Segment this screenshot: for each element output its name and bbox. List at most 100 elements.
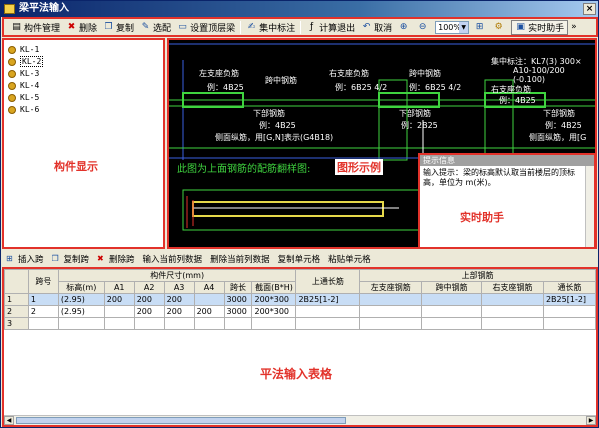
left-support-rebar-header: 左支座钢筋 [359,281,423,294]
table-row[interactable]: 1 1 (2.95) 200 200 200 3000 200*300 2B25… [4,293,596,306]
cancel-button[interactable]: ↶ 取消 [358,20,395,35]
span-cell[interactable] [27,317,59,330]
toolbar-separator [300,20,302,34]
zoom-fit-button[interactable]: ⊞ [471,20,490,35]
delete-button[interactable]: ✖ 删除 [63,20,100,35]
corner-header [4,269,29,294]
delete-label: 删除 [79,23,98,34]
beam-node-icon [8,69,16,78]
main-toolbar: ▤ 构件管理 ✖ 删除 ❐ 复制 ✎ 选配 ▭ 设置顶层梁 ✍ 集中标注 ƒ 计算退出 ↶ 取消… [2,17,598,37]
zoom-in-button[interactable]: ⊕ [395,20,414,35]
table-row[interactable]: 3 [4,317,596,330]
through-cell[interactable]: 2B25[1-2] [542,293,596,306]
insert-span-button[interactable]: ⊞ 插入跨 [6,253,44,265]
a2-cell[interactable]: 200 [133,305,165,318]
span-mid-cell[interactable] [421,317,483,330]
delete-span-label: 删除跨 [109,255,135,265]
scroll-left-icon[interactable]: ◀ [4,416,14,425]
left-support-cell[interactable] [359,317,423,330]
paste-cell-button[interactable]: 粘贴单元格 [328,253,371,265]
input-column-button[interactable]: 输入当前列数据 [143,253,203,265]
copy-span-button[interactable]: ❐ 复制跨 [52,253,90,265]
tree-item[interactable]: KL-1 [8,44,39,55]
a3-cell[interactable]: 200 [163,293,195,306]
tree-item[interactable]: KL-6 [8,104,39,115]
assistant-button[interactable]: ▣ 实时助手 [511,19,569,35]
toolbar-more-button[interactable]: » [568,20,580,35]
span-mid-cell[interactable] [421,305,483,318]
tree-item[interactable]: KL-2 [8,56,44,67]
tree-item[interactable]: KL-4 [8,80,39,91]
elevation-cell[interactable] [57,317,105,330]
scroll-thumb[interactable] [16,417,346,424]
zoom-value: 100% [438,22,461,32]
row-index[interactable]: 1 [4,293,29,306]
a4-cell[interactable] [193,293,225,306]
a2-cell[interactable] [133,317,165,330]
delete-column-button[interactable]: 删除当前列数据 [210,253,270,265]
a3-cell[interactable] [163,317,195,330]
centralized-annotation-button[interactable]: ✍ 集中标注 [243,20,298,35]
select-config-button[interactable]: ✎ 选配 [137,20,174,35]
a1-cell[interactable]: 200 [103,293,135,306]
tree-item[interactable]: KL-3 [8,68,39,79]
span-length-cell[interactable]: 3000 [223,305,253,318]
a2-cell[interactable]: 200 [133,293,165,306]
elevation-cell[interactable]: (2.95) [57,293,105,306]
a4-cell[interactable]: 200 [193,305,225,318]
select-config-label: 选配 [153,23,172,34]
span-length-cell[interactable] [223,317,253,330]
through-cell[interactable] [542,305,596,318]
right-support-cell[interactable] [481,317,544,330]
section-cell[interactable]: 200*300 [251,293,297,306]
a1-cell[interactable] [103,317,135,330]
component-manage-label: 构件管理 [24,23,61,34]
section-cell[interactable] [251,317,297,330]
gear-icon: ⚙ [494,21,503,32]
through-rebar-header: 通长筋 [542,281,596,294]
tip-scrollbar[interactable] [585,166,594,247]
side-bar2-label: 侧面纵筋，用[G [529,133,587,142]
a3-cell[interactable]: 200 [163,305,195,318]
tree-item[interactable]: KL-5 [8,92,39,103]
top-through-cell[interactable] [295,317,361,330]
component-manage-button[interactable]: ▤ 构件管理 [8,20,63,35]
set-top-beam-button[interactable]: ▭ 设置顶层梁 [174,20,238,35]
left-support-cell[interactable] [359,293,423,306]
a4-header: A4 [193,281,225,294]
zoom-select[interactable]: 100% ▼ [435,20,470,34]
top-through-cell[interactable]: 2B25[1-2] [295,293,361,306]
cancel-label: 取消 [374,23,393,34]
copy-button[interactable]: ❐ 复制 [100,20,137,35]
title-bar[interactable]: 梁平法输入 × [1,1,598,17]
span-mid-cell[interactable] [421,293,483,306]
span-cell[interactable]: 1 [27,293,59,306]
centralized-label-2: A10-100/200 [513,66,565,75]
copy-cell-button[interactable]: 复制单元格 [278,253,321,265]
delete-span-button[interactable]: ✖ 删除跨 [97,253,135,265]
horizontal-scrollbar[interactable]: ◀ ▶ [4,415,596,425]
through-cell[interactable] [542,317,596,330]
settings-button[interactable]: ⚙ [490,20,509,35]
calculate-exit-button[interactable]: ƒ 计算退出 [303,20,358,35]
right-support-cell[interactable] [481,305,544,318]
a1-cell[interactable] [103,305,135,318]
table-row[interactable]: 2 2 (2.95) 200 200 200 3000 200*300 [4,305,596,318]
a4-cell[interactable] [193,317,225,330]
close-button[interactable]: × [583,3,596,15]
left-support-cell[interactable] [359,305,423,318]
right-support-cell[interactable] [481,293,544,306]
bottom-bar-label: 下部钢筋 [253,109,285,118]
zoom-in-icon: ⊕ [399,21,408,32]
span-length-cell[interactable]: 3000 [223,293,253,306]
top-through-cell[interactable] [295,305,361,318]
section-cell[interactable]: 200*300 [251,305,297,318]
row-index[interactable]: 3 [4,317,29,330]
row-index[interactable]: 2 [4,305,29,318]
delete-icon: ✖ [97,254,104,263]
elevation-cell[interactable]: (2.95) [57,305,105,318]
span-cell[interactable]: 2 [27,305,59,318]
zoom-out-button[interactable]: ⊖ [414,20,433,35]
top-rebar-header: 上部钢筋 [359,269,596,282]
scroll-right-icon[interactable]: ▶ [586,416,596,425]
